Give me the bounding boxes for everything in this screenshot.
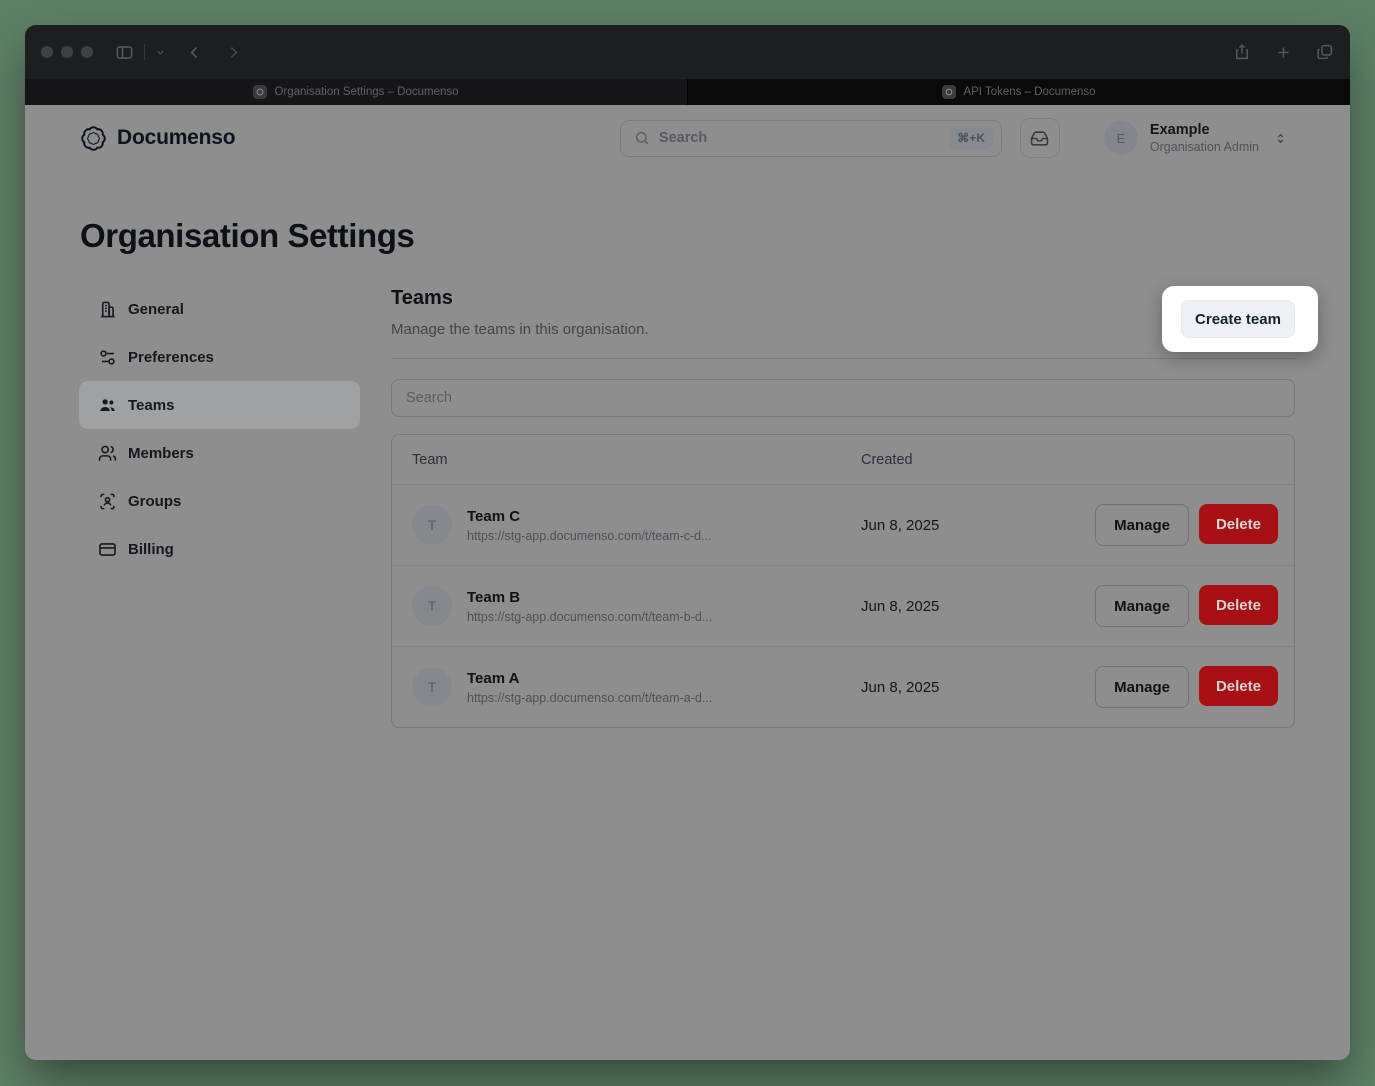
- team-url: https://stg-app.documenso.com/t/team-b-d…: [467, 610, 712, 624]
- sliders-icon: [98, 348, 117, 367]
- tab-organisation-settings[interactable]: Organisation Settings – Documenso: [25, 79, 688, 105]
- sidebar-item-label: General: [128, 301, 184, 318]
- delete-button[interactable]: Delete: [1199, 585, 1278, 625]
- sidebar-item-label: Teams: [128, 397, 174, 414]
- onboarding-spotlight: Create team: [1162, 286, 1318, 352]
- team-name: Team C: [467, 508, 712, 526]
- search-placeholder: Search: [659, 130, 707, 146]
- manage-button[interactable]: Manage: [1095, 504, 1189, 546]
- delete-button[interactable]: Delete: [1199, 666, 1278, 706]
- tab-title: Organisation Settings – Documenso: [274, 86, 458, 98]
- new-tab-icon[interactable]: [1275, 44, 1292, 61]
- sidebar-toggle-icon[interactable]: [115, 43, 134, 62]
- sidebar-item-label: Preferences: [128, 349, 214, 366]
- documenso-favicon-icon: [253, 85, 267, 99]
- search-icon: [634, 130, 650, 146]
- manage-button[interactable]: Manage: [1095, 585, 1189, 627]
- users-icon: [98, 444, 117, 463]
- teams-table: Team Created T Team C https://stg-app.do…: [391, 434, 1295, 728]
- back-icon[interactable]: [186, 44, 203, 61]
- sidebar-item-billing[interactable]: Billing: [79, 525, 360, 573]
- sidebar-item-preferences[interactable]: Preferences: [79, 333, 360, 381]
- tab-bar: Organisation Settings – Documenso API To…: [25, 79, 1350, 105]
- table-row: T Team A https://stg-app.documenso.com/t…: [392, 647, 1294, 727]
- settings-sidebar: General Preferences Teams Members Groups: [79, 285, 360, 728]
- teams-section: Teams Manage the teams in this organisat…: [391, 285, 1295, 728]
- column-team: Team: [412, 452, 861, 468]
- manage-button[interactable]: Manage: [1095, 666, 1189, 708]
- tab-api-tokens[interactable]: API Tokens – Documenso: [688, 79, 1350, 105]
- global-search[interactable]: Search ⌘+K: [620, 120, 1002, 157]
- section-subtitle: Manage the teams in this organisation.: [391, 321, 1295, 338]
- badge-seal-icon: [80, 125, 107, 152]
- team-created: Jun 8, 2025: [861, 517, 939, 534]
- avatar: E: [1104, 121, 1138, 155]
- sidebar-item-label: Groups: [128, 493, 181, 510]
- building-icon: [98, 300, 117, 319]
- page-title: Organisation Settings: [80, 217, 1350, 255]
- team-url: https://stg-app.documenso.com/t/team-a-d…: [467, 691, 712, 705]
- team-created: Jun 8, 2025: [861, 598, 939, 615]
- table-row: T Team C https://stg-app.documenso.com/t…: [392, 485, 1294, 566]
- sidebar-item-label: Billing: [128, 541, 174, 558]
- divider: [391, 358, 1295, 359]
- inbox-button[interactable]: [1020, 118, 1060, 158]
- section-title: Teams: [391, 287, 1295, 310]
- users-filled-icon: [98, 396, 117, 415]
- documenso-logo[interactable]: Documenso: [80, 125, 235, 152]
- sidebar-item-members[interactable]: Members: [79, 429, 360, 477]
- browser-window: Organisation Settings – Documenso API To…: [25, 25, 1350, 1060]
- zoom-window-button[interactable]: [81, 46, 93, 58]
- tab-overview-icon[interactable]: [1316, 43, 1334, 61]
- forward-icon[interactable]: [225, 44, 242, 61]
- sidebar-item-groups[interactable]: Groups: [79, 477, 360, 525]
- brand-name: Documenso: [117, 126, 235, 150]
- table-row: T Team B https://stg-app.documenso.com/t…: [392, 566, 1294, 647]
- window-controls: [41, 46, 93, 58]
- inbox-icon: [1030, 129, 1049, 148]
- tab-title: API Tokens – Documenso: [963, 86, 1095, 98]
- search-shortcut-badge: ⌘+K: [949, 127, 993, 149]
- delete-button[interactable]: Delete: [1199, 504, 1278, 544]
- table-header: Team Created: [392, 435, 1294, 485]
- chevrons-up-down-icon: [1273, 131, 1288, 146]
- documenso-favicon-icon: [942, 85, 956, 99]
- team-created: Jun 8, 2025: [861, 679, 939, 696]
- minimize-window-button[interactable]: [61, 46, 73, 58]
- team-avatar: T: [412, 505, 452, 545]
- share-icon[interactable]: [1233, 43, 1251, 61]
- user-name: Example: [1150, 122, 1259, 139]
- user-menu[interactable]: E Example Organisation Admin: [1104, 121, 1288, 155]
- column-created: Created: [861, 452, 1274, 468]
- credit-card-icon: [98, 540, 117, 559]
- page-content: Documenso Search ⌘+K E Example Organisat…: [25, 105, 1350, 1060]
- close-window-button[interactable]: [41, 46, 53, 58]
- sidebar-item-general[interactable]: General: [79, 285, 360, 333]
- team-avatar: T: [412, 667, 452, 707]
- create-team-button[interactable]: Create team: [1181, 300, 1295, 338]
- browser-toolbar: [25, 25, 1350, 79]
- teams-search-input[interactable]: [391, 379, 1295, 417]
- team-avatar: T: [412, 586, 452, 626]
- team-name: Team A: [467, 670, 712, 688]
- team-name: Team B: [467, 589, 712, 607]
- toolbar-divider: [144, 44, 145, 60]
- app-header: Documenso Search ⌘+K E Example Organisat…: [25, 105, 1350, 171]
- team-url: https://stg-app.documenso.com/t/team-c-d…: [467, 529, 712, 543]
- sidebar-item-teams[interactable]: Teams: [79, 381, 360, 429]
- sidebar-item-label: Members: [128, 445, 194, 462]
- chevron-down-icon[interactable]: [155, 47, 166, 58]
- user-brackets-icon: [98, 492, 117, 511]
- user-role: Organisation Admin: [1150, 139, 1259, 155]
